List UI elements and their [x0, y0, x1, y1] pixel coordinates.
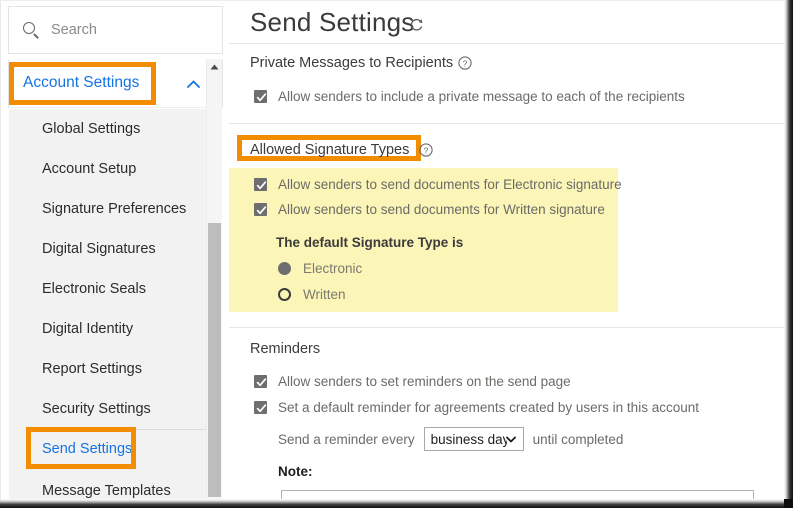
sidebar-item-security-settings[interactable]: Security Settings: [9, 389, 222, 429]
chevron-up-icon[interactable]: [187, 80, 200, 88]
sidebar-submenu: Global Settings Account Setup Signature …: [9, 109, 222, 499]
checkbox-label: Set a default reminder for agreements cr…: [278, 400, 699, 415]
search-icon: [23, 22, 40, 39]
checkbox-label: Allow senders to send documents for Elec…: [278, 177, 622, 192]
sidebar-item-message-templates[interactable]: Message Templates: [9, 471, 222, 499]
sidebar-item-electronic-seals[interactable]: Electronic Seals: [9, 269, 222, 309]
checkbox-row-electronic-signature[interactable]: Allow senders to send documents for Elec…: [254, 177, 622, 192]
checkbox-checked-icon[interactable]: [254, 375, 267, 388]
reminder-prefix-label: Send a reminder every: [278, 432, 415, 447]
radio-label: Written: [303, 287, 346, 302]
sidebar-item-signature-preferences[interactable]: Signature Preferences: [9, 189, 222, 229]
sidebar-group-label: Account Settings: [23, 74, 139, 92]
frame-shadow-bottom: [0, 499, 793, 508]
frame-edge-left: [0, 0, 1, 508]
note-label: Note:: [278, 464, 313, 479]
radio-selected-icon[interactable]: [278, 262, 291, 275]
divider-section-2: [229, 327, 784, 328]
sidebar-group-account-settings[interactable]: Account Settings: [8, 60, 223, 108]
sidebar-item-global-settings[interactable]: Global Settings: [9, 109, 222, 149]
reminder-frequency-select[interactable]: business day: [424, 427, 524, 451]
checkbox-label: Allow senders to set reminders on the se…: [278, 374, 571, 389]
question-mark-icon[interactable]: ?: [419, 143, 433, 157]
svg-text:?: ?: [463, 58, 468, 68]
checkbox-row-allow-reminders[interactable]: Allow senders to set reminders on the se…: [254, 374, 571, 389]
screenshot-root: Search Account Settings Global Settings …: [0, 0, 793, 508]
divider-section-1: [229, 123, 784, 124]
main-content: Send Settings Private Messages to Recipi…: [229, 1, 784, 499]
radio-label: Electronic: [303, 261, 362, 276]
chevron-down-icon[interactable]: [506, 436, 516, 443]
page-title: Send Settings: [250, 7, 415, 38]
sidebar-item-account-setup[interactable]: Account Setup: [9, 149, 222, 189]
frame-edge-top: [0, 0, 793, 1]
refresh-icon[interactable]: [409, 17, 424, 32]
question-mark-icon[interactable]: ?: [458, 56, 472, 70]
sidebar-item-send-settings[interactable]: Send Settings: [9, 429, 222, 469]
frame-corner: [784, 499, 793, 508]
search-placeholder: Search: [51, 22, 97, 38]
sidebar-item-digital-identity[interactable]: Digital Identity: [9, 309, 222, 349]
divider-title: [229, 43, 784, 44]
checkbox-label: Allow senders to send documents for Writ…: [278, 202, 605, 217]
frame-shadow-right: [784, 0, 793, 508]
triangle-up-icon[interactable]: [207, 59, 222, 74]
sidebar-item-digital-signatures[interactable]: Digital Signatures: [9, 229, 222, 269]
radio-row-written[interactable]: Written: [278, 287, 346, 302]
section-heading-allowed-signature-types: Allowed Signature Types: [250, 142, 409, 158]
checkbox-label: Allow senders to include a private messa…: [278, 89, 685, 104]
checkbox-row-private-message[interactable]: Allow senders to include a private messa…: [254, 89, 685, 104]
radio-unselected-icon[interactable]: [278, 288, 291, 301]
svg-text:?: ?: [424, 145, 429, 155]
checkbox-checked-icon[interactable]: [254, 178, 267, 191]
checkbox-row-written-signature[interactable]: Allow senders to send documents for Writ…: [254, 202, 605, 217]
search-input[interactable]: Search: [8, 6, 223, 54]
sidebar-item-report-settings[interactable]: Report Settings: [9, 349, 222, 389]
sidebar: Search Account Settings Global Settings …: [1, 1, 229, 499]
section-heading-private-messages: Private Messages to Recipients: [250, 55, 453, 71]
default-signature-type-label: The default Signature Type is: [276, 235, 463, 250]
sidebar-scrollbar[interactable]: [206, 59, 222, 499]
checkbox-checked-icon[interactable]: [254, 401, 267, 414]
note-textarea[interactable]: [281, 490, 754, 499]
scrollbar-thumb[interactable]: [208, 223, 221, 497]
checkbox-row-default-reminder[interactable]: Set a default reminder for agreements cr…: [254, 400, 699, 415]
radio-row-electronic[interactable]: Electronic: [278, 261, 362, 276]
reminder-suffix-label: until completed: [533, 432, 624, 447]
reminder-frequency-line: Send a reminder every business day until…: [278, 427, 623, 451]
reminder-frequency-value: business day: [425, 432, 507, 447]
checkbox-checked-icon[interactable]: [254, 203, 267, 216]
checkbox-checked-icon[interactable]: [254, 90, 267, 103]
section-heading-reminders: Reminders: [250, 341, 320, 357]
